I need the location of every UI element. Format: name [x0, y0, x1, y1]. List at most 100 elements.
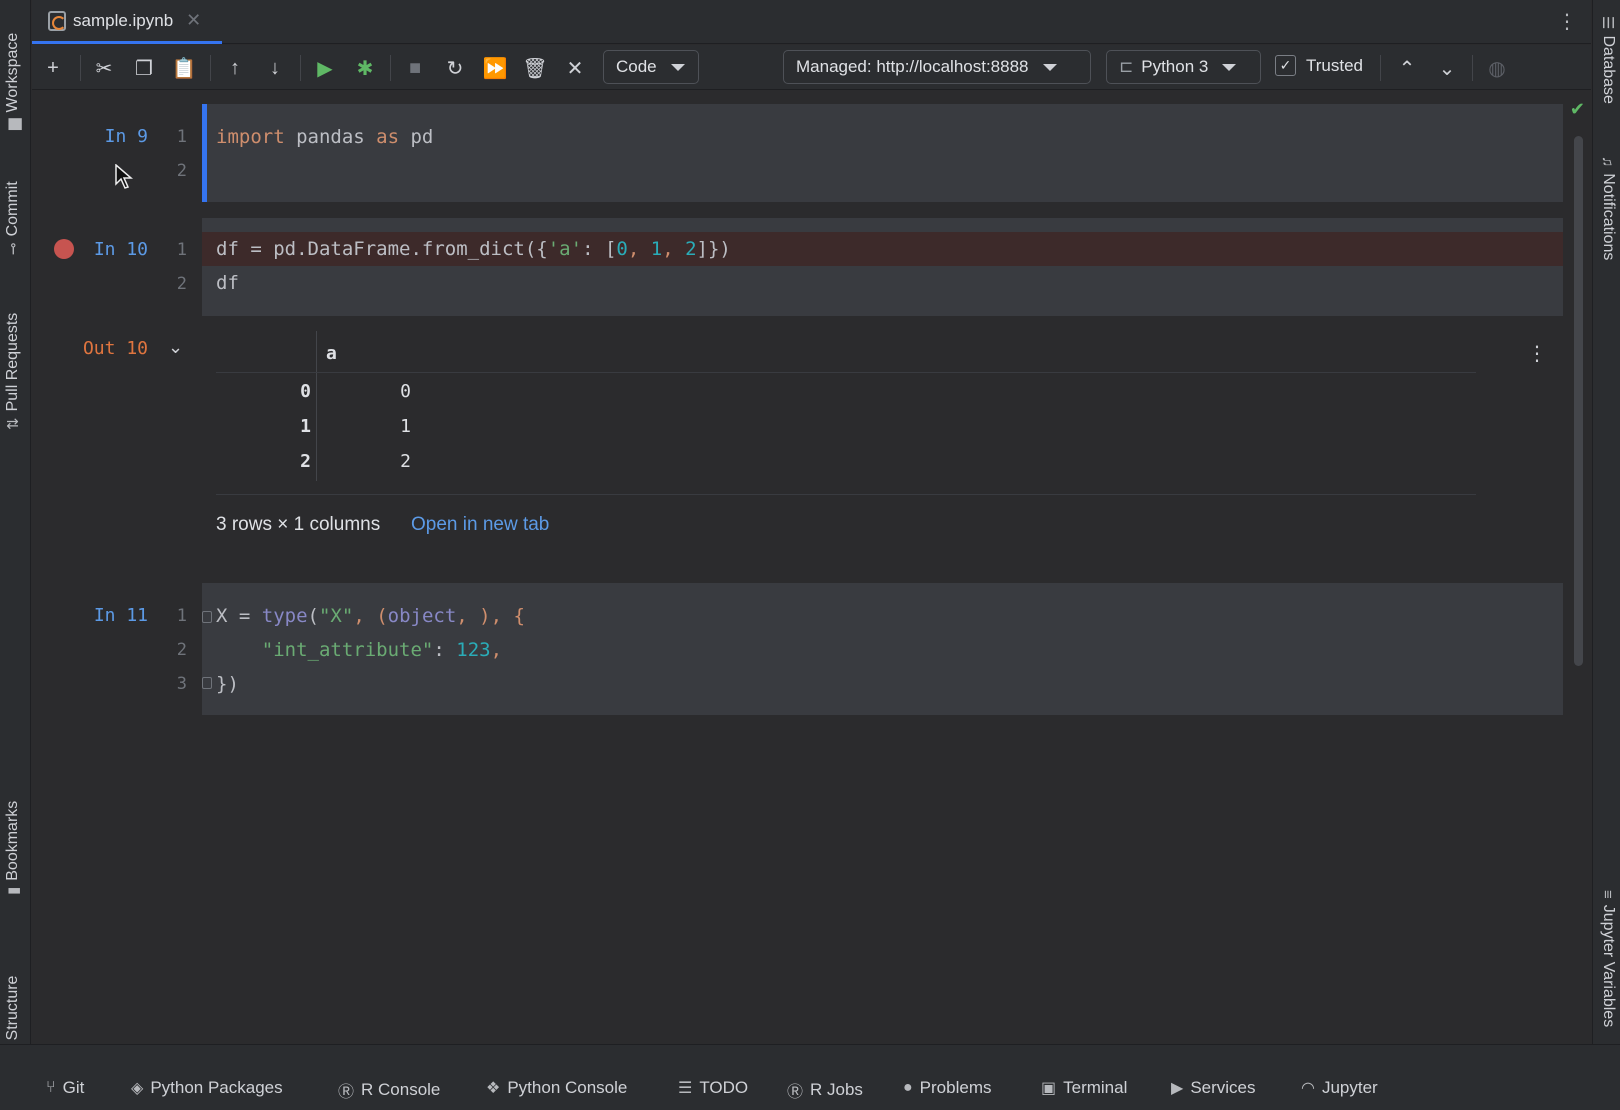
python-console-tool-button[interactable]: ❖ Python Console [486, 1078, 627, 1098]
r-jobs-label: R Jobs [810, 1080, 863, 1099]
trusted-label: Trusted [1306, 55, 1364, 75]
jupyter-icon: ◠ [1301, 1080, 1315, 1097]
move-cell-down-icon[interactable]: ↓ [260, 53, 290, 83]
python-packages-label: Python Packages [150, 1078, 283, 1097]
python-packages-tool-button[interactable]: ◈ Python Packages [131, 1078, 283, 1098]
next-cell-icon[interactable]: ⌄ [1432, 53, 1462, 83]
notifications-tool-tab[interactable]: ♫ Notifications [1599, 156, 1618, 261]
warning-circle-icon: ● [903, 1079, 913, 1096]
git-tool-button[interactable]: ⑂ Git [46, 1078, 84, 1098]
r-jobs-tool-button[interactable]: Ⓡ R Jobs [787, 1078, 863, 1102]
code-line[interactable]: df [216, 272, 239, 294]
list-icon: ≡ [1599, 890, 1617, 899]
dataframe-summary: 3 rows × 1 columns [216, 514, 381, 535]
services-label: Services [1190, 1078, 1256, 1097]
jupyter-server-dropdown[interactable]: Managed: http://localhost:8888 [783, 50, 1091, 84]
cell-value: 1 [400, 416, 411, 437]
kernel-icon: ⊏ [1119, 57, 1134, 76]
toolbar-separator [210, 55, 211, 81]
code-cell-in-9[interactable]: import pandas as pd [202, 104, 1563, 202]
workspace-label: Workspace [4, 32, 21, 113]
pull-requests-tool-tab[interactable]: ⇅ Pull Requests [4, 313, 22, 430]
commit-icon: ⊸ [5, 242, 22, 255]
bookmark-icon: ▮ [5, 886, 22, 895]
kernel-dropdown[interactable]: ⊏ Python 3 [1106, 50, 1261, 84]
restart-kernel-icon[interactable]: ↻ [440, 53, 470, 83]
code-cell-in-10[interactable]: df = pd.DataFrame.from_dict({'a': [0, 1,… [202, 218, 1563, 316]
notebook-file-tab[interactable]: sample.ipynb ✕ [32, 0, 222, 44]
line-number: 3 [176, 674, 187, 694]
toolbar-separator [300, 55, 301, 81]
code-line[interactable]: import pandas as pd [216, 126, 433, 148]
fold-end-icon[interactable] [202, 677, 212, 689]
collapse-output-icon[interactable]: ⌄ [168, 337, 183, 358]
breakpoint-icon[interactable] [54, 239, 74, 259]
left-tool-stripe: ▆ Workspace ⊸ Commit ⇅ Pull Requests ▮ B… [0, 0, 31, 1078]
copy-cell-icon[interactable]: ❐ [129, 53, 159, 83]
services-tool-button[interactable]: ▶ Services [1171, 1078, 1256, 1098]
line-number: 2 [176, 161, 187, 181]
jupyter-variables-tool-tab[interactable]: ≡ Jupyter Variables [1599, 890, 1618, 1027]
workspace-tool-tab[interactable]: ▆ Workspace [4, 33, 22, 130]
database-tool-tab[interactable]: ☰ Database [1599, 16, 1617, 104]
tab-filename: sample.ipynb [73, 10, 174, 30]
folder-icon: ▆ [5, 118, 22, 130]
close-tab-icon[interactable]: ✕ [186, 10, 201, 31]
git-branch-icon: ⑂ [46, 1079, 56, 1096]
cell-value: 0 [400, 381, 411, 402]
header-divider [216, 372, 1476, 373]
jupyter-tool-button[interactable]: ◠ Jupyter [1301, 1078, 1378, 1098]
r-console-tool-button[interactable]: Ⓡ R Console [338, 1078, 440, 1102]
table-bottom-divider [216, 494, 1476, 495]
output-menu-icon[interactable]: ⋮ [1527, 341, 1547, 366]
pull-request-icon: ⇅ [5, 417, 22, 430]
terminal-tool-button[interactable]: ▣ Terminal [1041, 1078, 1127, 1098]
notifications-label: Notifications [1600, 173, 1617, 261]
fold-start-icon[interactable] [202, 611, 212, 623]
clear-outputs-icon[interactable]: ✕ [560, 53, 590, 83]
python-console-label: Python Console [507, 1078, 628, 1097]
row-index: 2 [300, 451, 311, 472]
editor-tab-bar: sample.ipynb ✕ ⋮ [32, 0, 1591, 44]
terminal-label: Terminal [1063, 1078, 1128, 1097]
cell-type-dropdown[interactable]: Code [603, 50, 699, 84]
bookmarks-tool-tab[interactable]: ▮ Bookmarks [4, 801, 22, 895]
paste-cell-icon[interactable]: 📋 [169, 53, 199, 83]
todo-tool-button[interactable]: ☰ TODO [678, 1078, 748, 1098]
toolbar-separator [390, 55, 391, 81]
code-cell-in-11[interactable]: X = type("X", (object, ), { "int_attribu… [202, 583, 1563, 715]
terminal-icon: ▣ [1041, 1080, 1057, 1097]
vertical-scrollbar[interactable] [1574, 136, 1583, 666]
more-options-icon[interactable]: ⋮ [1557, 10, 1577, 34]
bottom-tool-bar: ⑂ Git ◈ Python Packages Ⓡ R Console ❖ Python… [0, 1044, 1620, 1110]
problems-tool-button[interactable]: ● Problems [903, 1078, 991, 1098]
cell-execution-label: In 11 [93, 605, 148, 626]
move-cell-up-icon[interactable]: ↑ [220, 53, 250, 83]
previous-cell-icon[interactable]: ⌃ [1392, 53, 1422, 83]
cut-cell-icon[interactable]: ✂ [89, 53, 119, 83]
line-number: 2 [176, 274, 187, 294]
commit-tool-tab[interactable]: ⊸ Commit [4, 181, 22, 255]
code-line[interactable]: df = pd.DataFrame.from_dict({'a': [0, 1,… [216, 238, 731, 260]
inspection-ok-icon: ✔ [1569, 99, 1585, 119]
trusted-checkbox[interactable]: ✓ [1275, 55, 1296, 76]
add-cell-icon[interactable]: + [38, 53, 68, 83]
open-in-new-tab-link[interactable]: Open in new tab [411, 514, 549, 536]
code-line[interactable]: X = type("X", (object, ), { [216, 605, 525, 627]
code-line[interactable]: "int_attribute": 123, [216, 639, 502, 661]
notebook-toolbar: + ✂ ❐ 📋 ↑ ↓ ▶ ✱ ■ ↻ ⏩ 🗑 ✕ Code Managed: … [32, 45, 1591, 90]
code-line[interactable]: }) [216, 673, 239, 695]
row-index: 1 [300, 416, 311, 437]
debug-cell-icon[interactable]: ✱ [350, 53, 380, 83]
globe-icon[interactable]: ◍ [1482, 53, 1512, 83]
delete-cell-icon[interactable]: 🗑 [520, 53, 550, 83]
r-console-icon: Ⓡ [338, 1084, 355, 1101]
database-label: Database [1600, 35, 1617, 104]
run-cell-icon[interactable]: ▶ [310, 53, 340, 83]
toolbar-separator [80, 55, 81, 81]
trusted-toggle[interactable]: ✓ Trusted [1275, 55, 1363, 76]
r-jobs-icon: Ⓡ [787, 1084, 804, 1101]
cell-value: 2 [400, 451, 411, 472]
interrupt-kernel-icon[interactable]: ■ [400, 53, 430, 83]
run-all-icon[interactable]: ⏩ [480, 53, 510, 83]
